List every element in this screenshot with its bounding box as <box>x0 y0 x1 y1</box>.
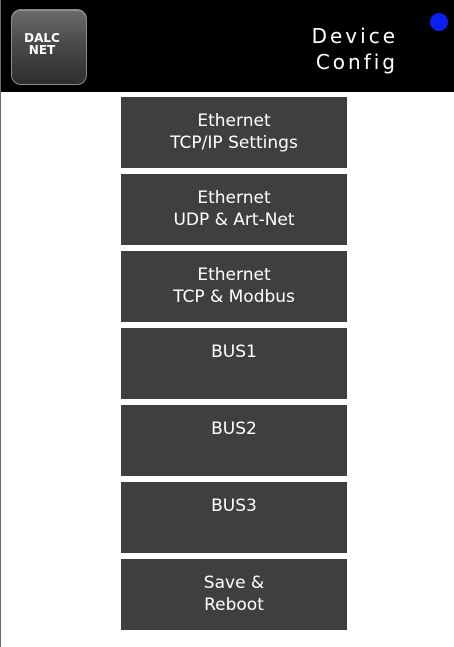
dalcnet-logo: DALC NET <box>12 32 72 56</box>
button-label-line2: Reboot <box>204 595 264 615</box>
page-title-line1: Device <box>311 24 398 48</box>
ethernet-udp-artnet-button[interactable]: Ethernet UDP & Art-Net <box>121 174 347 245</box>
save-reboot-button[interactable]: Save & Reboot <box>121 559 347 630</box>
button-label-line1: Save & <box>203 573 265 593</box>
ethernet-tcp-modbus-button[interactable]: Ethernet TCP & Modbus <box>121 251 347 322</box>
bus3-button[interactable]: BUS3 <box>121 482 347 553</box>
button-label-line2: UDP & Art-Net <box>173 210 295 230</box>
button-label-line1: BUS2 <box>211 419 257 439</box>
button-label-line1: BUS1 <box>211 342 257 362</box>
header-bar: DALC NET Device Config <box>1 0 454 92</box>
button-label-line1: Ethernet <box>197 265 271 285</box>
button-label-line2: TCP/IP Settings <box>170 133 298 153</box>
logo-text-line2: NET <box>28 43 56 57</box>
config-menu: Ethernet TCP/IP Settings Ethernet UDP & … <box>121 97 347 636</box>
bus1-button[interactable]: BUS1 <box>121 328 347 399</box>
button-label-line1: Ethernet <box>197 188 271 208</box>
connection-status-indicator <box>430 13 448 31</box>
bus2-button[interactable]: BUS2 <box>121 405 347 476</box>
button-label-line1: Ethernet <box>197 111 271 131</box>
ethernet-tcpip-settings-button[interactable]: Ethernet TCP/IP Settings <box>121 97 347 168</box>
page-title-line2: Config <box>315 50 398 74</box>
device-config-screen: DALC NET Device Config Ethernet TCP/IP S… <box>0 0 454 647</box>
dalcnet-home-button[interactable]: DALC NET <box>11 9 87 85</box>
button-label-line1: BUS3 <box>211 496 257 516</box>
page-title: Device Config <box>312 23 398 75</box>
button-label-line2: TCP & Modbus <box>173 287 295 307</box>
